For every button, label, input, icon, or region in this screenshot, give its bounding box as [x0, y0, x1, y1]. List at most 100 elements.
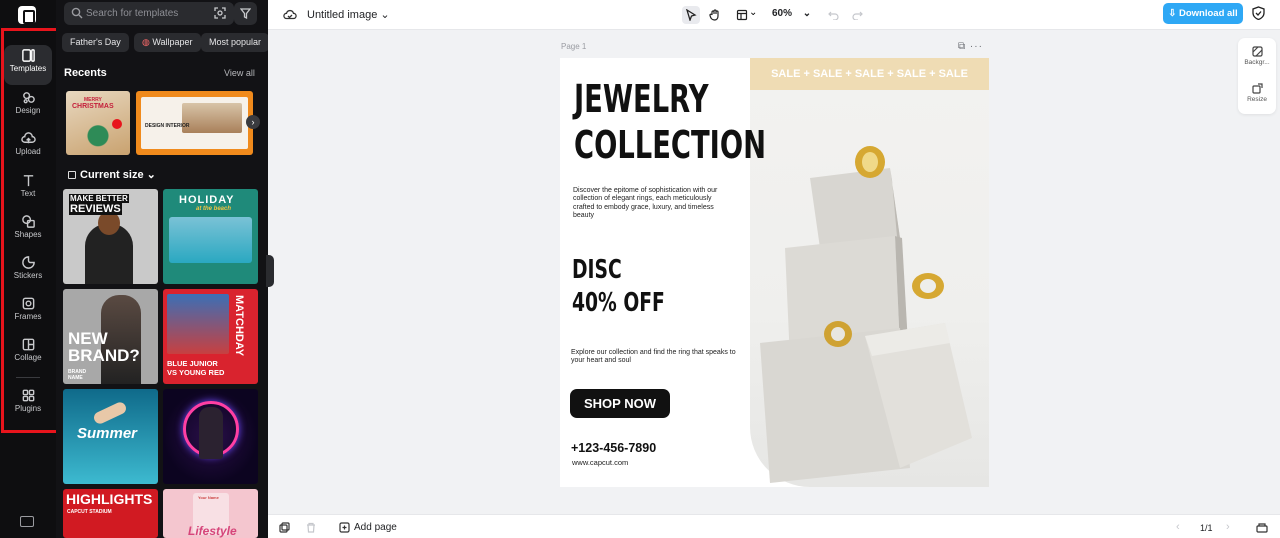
- stone-blocks-illustration: [760, 146, 972, 483]
- shop-now-button[interactable]: SHOP NOW: [570, 389, 670, 418]
- carousel-next-button[interactable]: ›: [246, 115, 260, 129]
- layout-tool-button[interactable]: ⌄: [733, 6, 761, 24]
- hand-icon: [709, 9, 719, 21]
- document-title[interactable]: Untitled image ⌄: [307, 8, 390, 21]
- description-text[interactable]: Discover the epitome of sophistication w…: [573, 187, 733, 221]
- recent-template-christmas[interactable]: MERRY CHRISTMAS: [66, 91, 130, 155]
- top-bar: Untitled image ⌄ ⌄ 60% ⌄ ⇩ Download all: [268, 0, 1280, 30]
- template-card-summer[interactable]: Summer: [63, 389, 158, 484]
- wallpaper-icon: ◍: [142, 37, 153, 47]
- cloud-sync-icon[interactable]: [283, 8, 297, 20]
- download-icon: ⇩: [1168, 8, 1179, 19]
- template-card-matchday[interactable]: MATCHDAY BLUE JUNIOR VS YOUNG RED: [163, 289, 258, 384]
- template-person: [199, 407, 223, 459]
- sidebar-item-text[interactable]: Text: [4, 170, 52, 210]
- template-swimmer: [92, 400, 128, 426]
- left-rail: Templates Design Upload Text Shapes Stic…: [0, 0, 56, 538]
- sidebar-item-upload[interactable]: Upload: [4, 128, 52, 168]
- product-photo: [750, 58, 989, 487]
- chip-most-popular[interactable]: Most popular: [201, 33, 268, 52]
- pointer-icon: [686, 9, 697, 21]
- template-text: BRAND?: [68, 346, 140, 365]
- prev-page-icon[interactable]: ‹: [1176, 521, 1180, 533]
- redo-icon[interactable]: [852, 9, 863, 20]
- template-photo: [169, 217, 252, 263]
- design-icon: [22, 92, 35, 104]
- search-input[interactable]: Search for templates: [64, 2, 234, 25]
- resize-button[interactable]: Resize: [1238, 83, 1276, 103]
- search-icon: [71, 7, 83, 19]
- discount-line-1: DISC: [572, 255, 622, 285]
- template-card-lifestyle[interactable]: Your Name Lifestyle: [163, 489, 258, 538]
- duplicate-icon[interactable]: [279, 522, 290, 533]
- trash-icon[interactable]: [306, 522, 316, 533]
- image-search-icon[interactable]: [214, 7, 226, 19]
- background-icon: [1251, 46, 1263, 57]
- right-quick-panel: Backgr... Resize: [1238, 38, 1276, 114]
- template-text: at the beach: [196, 206, 232, 212]
- plugins-icon: [22, 389, 34, 402]
- chip-wallpaper[interactable]: ◍ Wallpaper: [134, 33, 201, 52]
- template-photo: [182, 103, 242, 133]
- view-all-link[interactable]: View all: [224, 68, 255, 78]
- phone-number[interactable]: +123-456-7890: [571, 441, 656, 455]
- explore-text[interactable]: Explore our collection and find the ring…: [571, 349, 741, 366]
- next-page-icon[interactable]: ›: [1226, 521, 1230, 533]
- keyboard-shortcuts-icon[interactable]: [20, 516, 34, 527]
- more-options-icon[interactable]: ···: [970, 41, 983, 52]
- headline[interactable]: JEWELRY COLLECTION: [574, 76, 766, 168]
- chip-fathers-day[interactable]: Father's Day: [62, 33, 129, 52]
- duplicate-page-icon[interactable]: ⧉: [958, 41, 966, 52]
- sale-banner[interactable]: SALE + SALE + SALE + SALE + SALE: [750, 58, 989, 90]
- background-button[interactable]: Backgr...: [1238, 46, 1276, 66]
- page-options[interactable]: ⧉ ···: [958, 41, 983, 52]
- headline-line-1: JEWELRY: [574, 77, 709, 121]
- capcut-logo[interactable]: [18, 6, 36, 24]
- design-canvas[interactable]: SALE + SALE + SALE + SALE + SALE JEWELRY…: [560, 58, 989, 487]
- shield-icon[interactable]: [1252, 6, 1265, 20]
- current-size-title[interactable]: Current size ⌄: [80, 168, 156, 181]
- pages-panel-icon[interactable]: [1256, 522, 1268, 533]
- add-page-button[interactable]: Add page: [354, 522, 397, 533]
- layout-icon: [736, 9, 748, 21]
- resize-label: Resize: [1247, 96, 1267, 103]
- website-text[interactable]: www.capcut.com: [572, 458, 628, 467]
- sidebar-item-design[interactable]: Design: [4, 87, 52, 127]
- sidebar-item-shapes[interactable]: Shapes: [4, 211, 52, 251]
- template-card-reviews[interactable]: MAKE BETTER REVIEWS: [63, 189, 158, 284]
- chip-label: Wallpaper: [152, 37, 193, 47]
- sidebar-item-collage[interactable]: Collage: [4, 334, 52, 374]
- upload-cloud-icon: [20, 132, 36, 144]
- sidebar-item-label: Text: [20, 189, 36, 198]
- undo-icon[interactable]: [828, 9, 839, 20]
- template-text: REVIEWS: [69, 203, 122, 215]
- text-icon: [23, 175, 33, 187]
- template-text: HOLIDAY: [179, 194, 235, 206]
- sidebar-item-label: Collage: [14, 353, 42, 362]
- rail-divider: [16, 377, 40, 378]
- template-text: BLUE JUNIOR: [167, 359, 218, 368]
- template-text: CHRISTMAS: [72, 103, 114, 110]
- sidebar-item-frames[interactable]: Frames: [4, 293, 52, 333]
- template-card-neon[interactable]: [163, 389, 258, 484]
- download-all-button[interactable]: ⇩ Download all: [1163, 3, 1243, 24]
- template-card-new-brand[interactable]: NEW BRAND? BRAND NAME: [63, 289, 158, 384]
- sidebar-item-plugins[interactable]: Plugins: [4, 385, 52, 425]
- template-photo: [167, 294, 229, 354]
- select-tool-button[interactable]: [682, 6, 700, 24]
- template-card-holiday[interactable]: HOLIDAY at the beach: [163, 189, 258, 284]
- templates-panel: Search for templates Father's Day ◍ Wall…: [56, 0, 268, 538]
- sidebar-item-templates[interactable]: Templates: [4, 45, 52, 85]
- zoom-level[interactable]: 60% ⌄: [772, 8, 811, 19]
- panel-collapse-handle[interactable]: [266, 255, 274, 287]
- template-card-highlights[interactable]: HIGHLIGHTS CAPCUT STADIUM: [63, 489, 158, 538]
- frames-icon: [22, 297, 34, 310]
- discount-text[interactable]: DISC 40% OFF: [572, 254, 665, 320]
- sidebar-item-stickers[interactable]: Stickers: [4, 252, 52, 292]
- hand-tool-button[interactable]: [706, 6, 724, 24]
- page-label: Page 1: [561, 42, 587, 51]
- collage-icon: [22, 338, 34, 351]
- filter-button[interactable]: [234, 2, 257, 25]
- recent-template-interior[interactable]: DESIGN INTERIOR: [136, 91, 253, 155]
- decoration: [112, 119, 122, 129]
